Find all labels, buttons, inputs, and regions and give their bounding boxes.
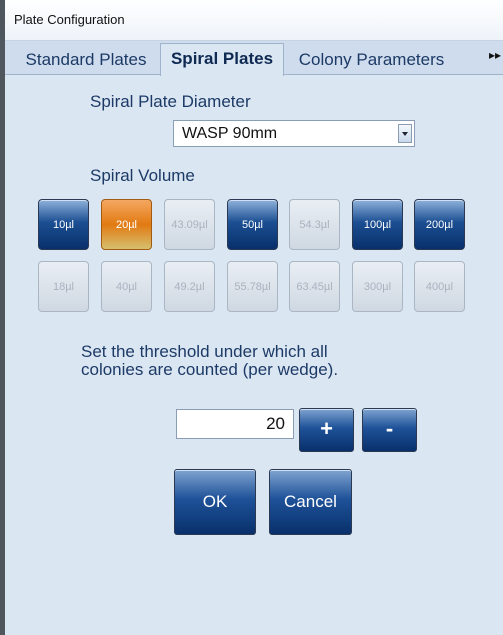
tab-standard-plates[interactable]: Standard Plates [13,46,159,74]
diameter-selected-value: WASP 90mm [182,125,278,142]
volume-label: Spiral Volume [90,166,195,185]
tab-bar: Standard Plates Spiral Plates Colony Par… [5,41,503,76]
volume-button[interactable]: 40µl [101,261,152,312]
threshold-instruction-line-1: Set the threshold under which all [81,342,328,361]
title-bar: Plate Configuration [5,0,503,41]
threshold-input[interactable]: 20 [176,409,294,439]
volume-button[interactable]: 400µl [414,261,465,312]
volume-button[interactable]: 300µl [352,261,403,312]
diameter-select[interactable]: WASP 90mm [173,120,415,147]
volume-button[interactable]: 10µl [38,199,89,250]
volume-button[interactable]: 200µl [414,199,465,250]
volume-button[interactable]: 18µl [38,261,89,312]
window-title: Plate Configuration [14,12,125,27]
diameter-label: Spiral Plate Diameter [90,92,251,111]
volume-button[interactable]: 63.45µl [289,261,340,312]
volume-button[interactable]: 100µl [352,199,403,250]
tab-spiral-plates[interactable]: Spiral Plates [160,43,284,76]
decrement-button[interactable]: - [362,408,417,452]
volume-button[interactable]: 20µl [101,199,152,250]
volume-button[interactable]: 54.3µl [289,199,340,250]
threshold-instruction: Set the threshold under which all coloni… [81,343,338,379]
volume-button[interactable]: 49.2µl [164,261,215,312]
chevron-down-icon[interactable] [398,124,412,143]
threshold-instruction-line-2: colonies are counted (per wedge). [81,360,339,379]
volume-button[interactable]: 43.09µl [164,199,215,250]
volume-button[interactable]: 50µl [227,199,278,250]
increment-button[interactable]: + [299,408,354,452]
tab-colony-parameters[interactable]: Colony Parameters [289,46,454,74]
cancel-button[interactable]: Cancel [269,469,352,535]
ok-button[interactable]: OK [174,469,256,535]
spiral-plates-panel: Spiral Plate Diameter WASP 90mm Spiral V… [5,75,503,635]
tab-scroll-right-icon[interactable]: ▸▸ [489,48,501,62]
volume-button[interactable]: 55.78µl [227,261,278,312]
